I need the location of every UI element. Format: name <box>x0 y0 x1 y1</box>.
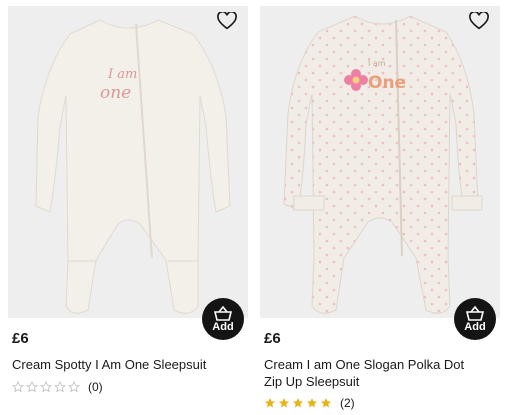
product-card[interactable]: I am one Add £6 Cream Spotty I Am One Sl… <box>8 0 248 415</box>
favourite-button[interactable] <box>216 10 238 32</box>
favourite-button[interactable] <box>468 10 490 32</box>
rating: (0) <box>12 380 103 394</box>
sleeve-cuff <box>293 195 325 211</box>
slogan-line-1: I am <box>368 59 386 68</box>
star-icon <box>265 398 275 408</box>
basket-icon <box>466 305 484 321</box>
star-rating <box>12 381 80 393</box>
star-icon <box>307 398 317 408</box>
rating-count[interactable]: (2) <box>340 396 355 410</box>
star-icon <box>293 398 303 408</box>
add-label: Add <box>212 320 234 333</box>
sleepsuit-illustration: I am one <box>35 19 231 314</box>
sleeve-cuff <box>451 195 483 211</box>
product-title[interactable]: Cream Spotty I Am One Sleepsuit <box>12 356 232 373</box>
slogan-line-1: I am <box>107 67 137 82</box>
product-price: £6 <box>264 330 281 347</box>
heart-outline-icon <box>217 12 237 30</box>
star-icon <box>26 381 38 393</box>
rating-count[interactable]: (0) <box>88 380 103 394</box>
sleepsuit-illustration: I am One <box>283 15 483 314</box>
rating: (2) <box>264 396 355 410</box>
star-rating <box>264 397 332 409</box>
product-card[interactable]: I am One Add £6 Cream I am One Slogan Po… <box>260 0 500 415</box>
star-icon <box>54 381 66 393</box>
product-price: £6 <box>12 330 29 347</box>
add-to-basket-button[interactable]: Add <box>454 298 496 340</box>
product-image[interactable]: I am one <box>8 6 248 318</box>
star-icon <box>279 398 289 408</box>
star-icon <box>321 398 331 408</box>
star-icon <box>40 381 52 393</box>
star-icon <box>68 381 80 393</box>
product-title[interactable]: Cream I am One Slogan Polka Dot Zip Up S… <box>264 356 484 390</box>
add-to-basket-button[interactable]: Add <box>202 298 244 340</box>
slogan-line-2: One <box>368 73 406 93</box>
basket-icon <box>214 305 232 321</box>
product-image[interactable]: I am One <box>260 6 500 318</box>
heart-outline-icon <box>469 12 489 30</box>
slogan-line-2: one <box>100 83 131 103</box>
garment-shape <box>35 19 231 314</box>
add-label: Add <box>464 320 486 333</box>
star-icon <box>12 381 24 393</box>
